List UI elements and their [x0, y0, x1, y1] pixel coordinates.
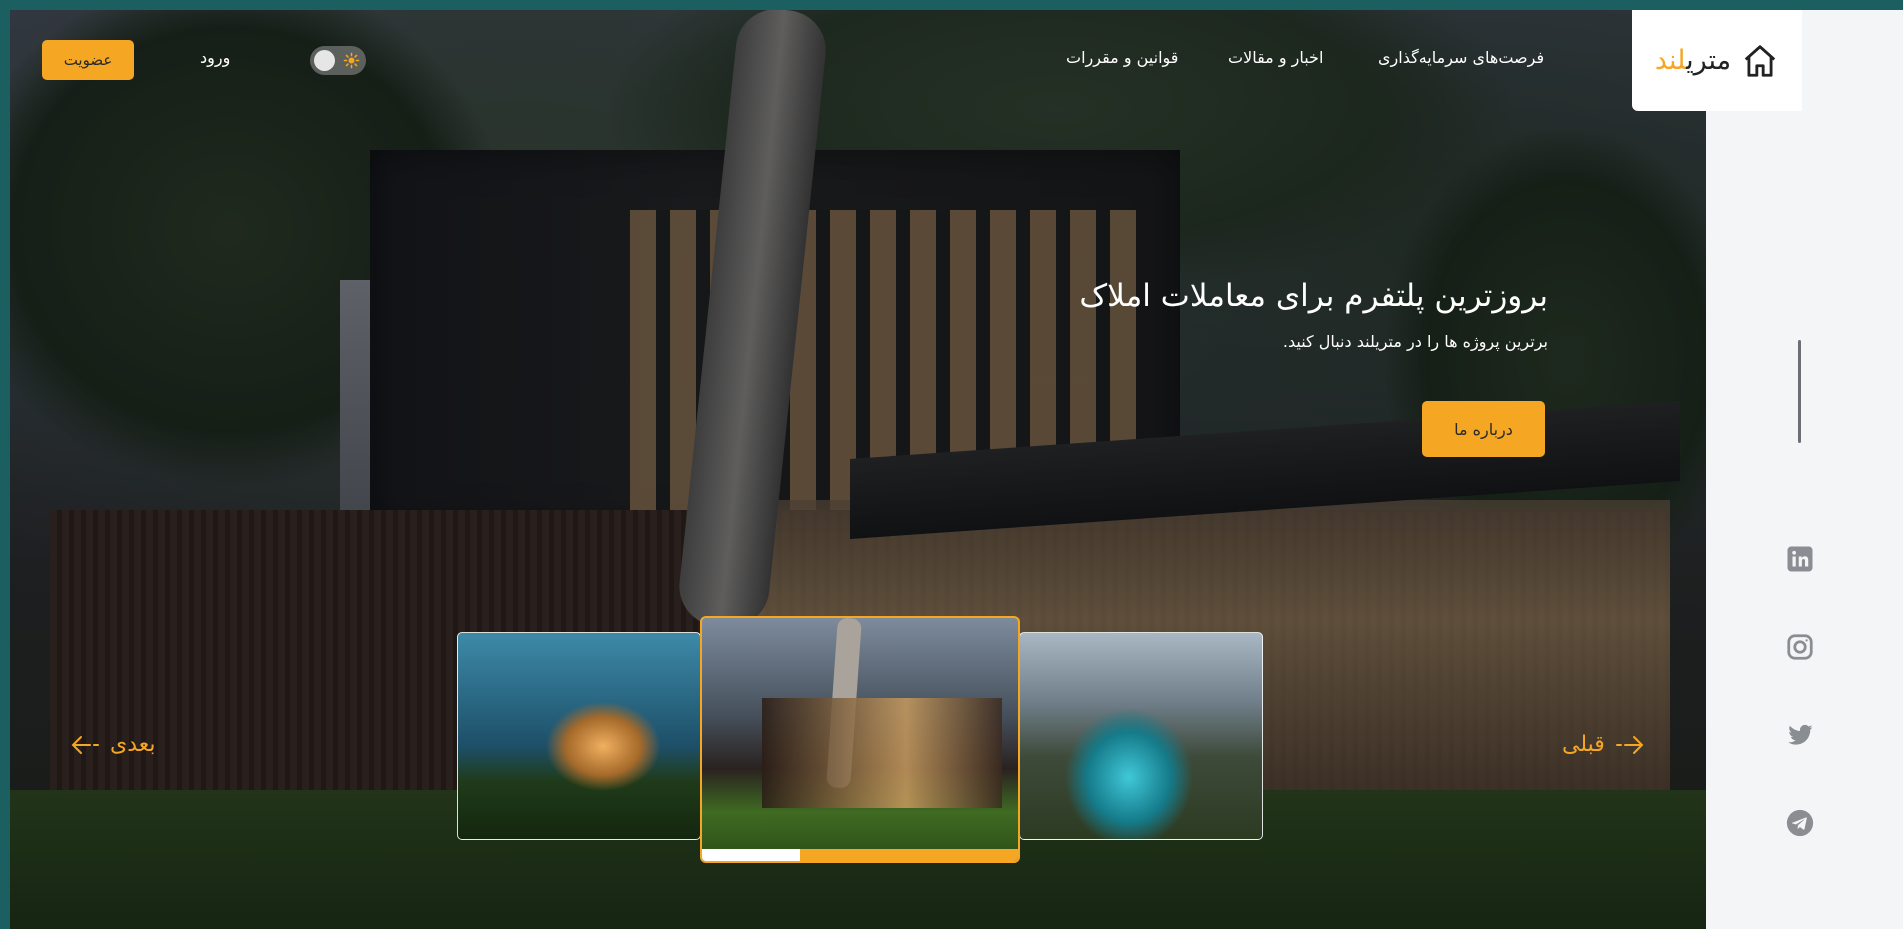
next-slide-label: بعدی	[110, 732, 156, 757]
nav-link-news[interactable]: اخبار و مقالات	[1228, 48, 1323, 67]
nav-link-investment[interactable]: فرصت‌های سرمایه‌گذاری	[1378, 48, 1544, 67]
twitter-link[interactable]	[1783, 718, 1817, 752]
page-frame: متریلند فرصت‌های سرمایه‌گذار	[10, 10, 1903, 929]
theme-toggle[interactable]	[310, 46, 366, 75]
hero-subtitle: برترین پروژه ها را در متریلند دنبال کنید…	[1282, 332, 1548, 351]
toggle-knob	[314, 50, 335, 71]
linkedin-icon	[1787, 546, 1813, 572]
slide-progress-bar	[702, 849, 1018, 861]
prev-slide-label: قبلی	[1562, 732, 1605, 757]
join-button[interactable]: عضویت	[42, 40, 134, 80]
arrow-right-icon	[1615, 735, 1644, 754]
slide-thumbnail-active[interactable]	[700, 616, 1020, 863]
instagram-link[interactable]	[1783, 630, 1817, 664]
login-link[interactable]: ورود	[200, 48, 230, 67]
logo-text: متریلند	[1654, 45, 1732, 76]
right-sidebar	[1706, 10, 1903, 929]
home-icon	[1744, 44, 1776, 77]
telegram-link[interactable]	[1783, 806, 1817, 840]
instagram-icon	[1787, 634, 1813, 660]
arrow-left-icon	[71, 735, 99, 754]
about-us-button[interactable]: درباره ما	[1422, 401, 1545, 457]
twitter-icon	[1788, 724, 1813, 745]
linkedin-link[interactable]	[1783, 542, 1817, 576]
next-slide-button[interactable]: بعدی	[70, 732, 156, 757]
hero-title: بروزترین پلتفرم برای معاملات املاک	[1079, 278, 1548, 314]
scroll-indicator	[1798, 340, 1801, 443]
sun-icon	[343, 52, 360, 69]
nav-link-rules[interactable]: قوانین و مقررات	[1066, 48, 1178, 67]
slide-thumbnail-3[interactable]	[1019, 632, 1263, 840]
logo[interactable]: متریلند	[1632, 10, 1802, 111]
prev-slide-button[interactable]: قبلی	[1562, 732, 1645, 757]
slide-progress-fill	[702, 849, 800, 861]
telegram-icon	[1786, 809, 1814, 837]
slide-thumbnail-1[interactable]	[457, 632, 701, 840]
